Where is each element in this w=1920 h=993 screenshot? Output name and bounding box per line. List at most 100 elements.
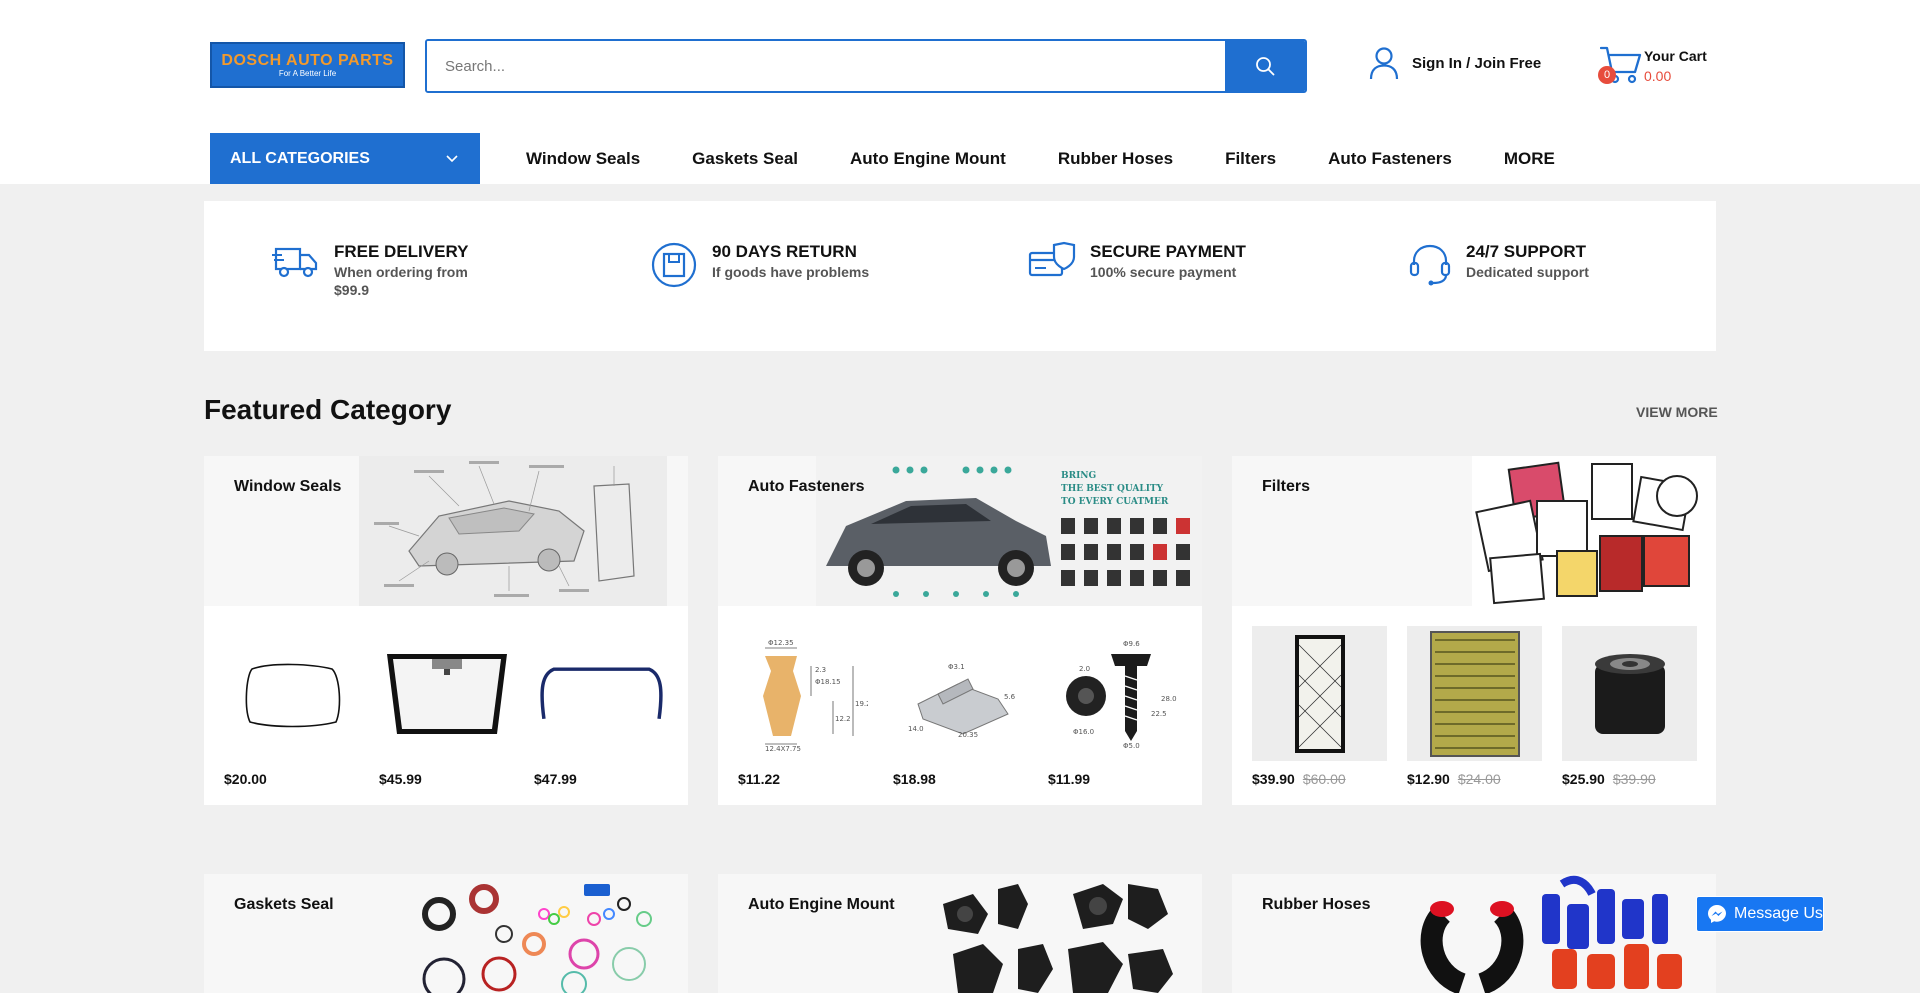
banner-text-3: TO EVERY CUATMER bbox=[1061, 497, 1169, 507]
all-categories-dropdown[interactable]: ALL CATEGORIES bbox=[210, 133, 480, 184]
feature-subtitle: If goods have problems bbox=[712, 264, 870, 280]
product-item[interactable]: $39.90 $60.00 bbox=[1252, 626, 1387, 787]
filters-banner-image[interactable] bbox=[1472, 456, 1716, 606]
feature-90-days-return: 90 DAYS RETURN If goods have problems bbox=[650, 241, 869, 289]
svg-text:Φ9.6: Φ9.6 bbox=[1123, 640, 1140, 648]
category-card-auto-fasteners[interactable]: Auto Fasteners BRING THE BEST QUALITY TO… bbox=[718, 456, 1202, 805]
category-card-rubber-hoses[interactable]: Rubber Hoses bbox=[1232, 874, 1716, 993]
svg-text:Φ16.0: Φ16.0 bbox=[1073, 728, 1094, 736]
current-price: $39.90 bbox=[1252, 771, 1295, 787]
secure-card-icon bbox=[1028, 241, 1076, 277]
current-price: $25.90 bbox=[1562, 771, 1605, 787]
product-price: $20.00 bbox=[224, 771, 267, 787]
product-list: Φ12.352.3Φ18.1519.212.212.4X7.75 $11.22 … bbox=[718, 606, 1202, 787]
nav-auto-fasteners[interactable]: Auto Fasteners bbox=[1328, 149, 1452, 169]
product-item[interactable]: $12.90 $24.00 bbox=[1407, 626, 1542, 787]
card-header: Gaskets Seal bbox=[204, 874, 688, 993]
feature-subtitle: Dedicated support bbox=[1466, 264, 1589, 280]
product-image[interactable] bbox=[224, 626, 359, 761]
svg-text:5.6: 5.6 bbox=[1004, 693, 1016, 701]
product-item[interactable]: $45.99 bbox=[379, 626, 514, 787]
car-seals-diagram-image[interactable] bbox=[359, 456, 667, 606]
svg-text:Φ5.0: Φ5.0 bbox=[1123, 742, 1140, 750]
product-list: $39.90 $60.00 $12.90 $24.00 $25.90 $39.90 bbox=[1232, 606, 1716, 787]
svg-text:Φ18.15: Φ18.15 bbox=[815, 678, 841, 686]
product-item[interactable]: $47.99 bbox=[534, 626, 669, 787]
nav-window-seals[interactable]: Window Seals bbox=[526, 149, 640, 169]
banner-text-1: BRING bbox=[1061, 471, 1096, 481]
category-card-filters[interactable]: Filters $39.90 $60.00 $12.90 $24.00 $25.… bbox=[1232, 456, 1716, 805]
feature-title: FREE DELIVERY bbox=[334, 242, 469, 261]
banner-text-2: THE BEST QUALITY bbox=[1061, 484, 1164, 494]
product-image[interactable] bbox=[1252, 626, 1387, 761]
nav-more[interactable]: MORE bbox=[1504, 149, 1555, 169]
product-item[interactable]: $20.00 bbox=[224, 626, 359, 787]
messenger-button[interactable]: Message Us bbox=[1696, 896, 1824, 932]
user-icon[interactable] bbox=[1368, 46, 1400, 80]
search-icon bbox=[1256, 57, 1275, 76]
nav-filters[interactable]: Filters bbox=[1225, 149, 1276, 169]
current-price: $12.90 bbox=[1407, 771, 1450, 787]
feature-title: SECURE PAYMENT bbox=[1090, 242, 1246, 261]
feature-secure-payment: SECURE PAYMENT 100% secure payment bbox=[1028, 241, 1246, 285]
messenger-label: Message Us bbox=[1734, 905, 1823, 922]
product-image[interactable]: Φ12.35 2.3 Φ18.15 19.2 12.2 12.4X7.75 bbox=[738, 626, 873, 761]
search-button[interactable] bbox=[1225, 41, 1305, 91]
product-price: $45.99 bbox=[379, 771, 422, 787]
view-more-link[interactable]: VIEW MORE bbox=[1636, 404, 1718, 420]
logo[interactable]: DOSCH AUTO PARTS For A Better Life bbox=[210, 42, 405, 88]
category-card-auto-engine-mount[interactable]: Auto Engine Mount bbox=[718, 874, 1202, 993]
product-price: $11.22 bbox=[738, 771, 781, 787]
product-image[interactable] bbox=[534, 626, 669, 761]
all-categories-label: ALL CATEGORIES bbox=[230, 149, 370, 167]
svg-text:12.4X7.75: 12.4X7.75 bbox=[765, 745, 801, 751]
category-card-window-seals[interactable]: Window Seals $20.00 $45.99 $47.99 bbox=[204, 456, 688, 805]
separator: / bbox=[1466, 54, 1471, 72]
cart-button[interactable]: 0 Your Cart 0.00 bbox=[1598, 44, 1728, 90]
join-free-link[interactable]: Join Free bbox=[1475, 55, 1542, 72]
nav-auto-engine-mount[interactable]: Auto Engine Mount bbox=[850, 149, 1006, 169]
svg-text:20.35: 20.35 bbox=[958, 731, 978, 739]
product-price: $47.99 bbox=[534, 771, 577, 787]
card-header: Auto Engine Mount bbox=[718, 874, 1202, 993]
card-title[interactable]: Auto Fasteners bbox=[748, 478, 864, 496]
svg-text:14.0: 14.0 bbox=[908, 725, 924, 733]
logo-text: DOSCH AUTO PARTS bbox=[221, 52, 394, 69]
gaskets-banner-image[interactable] bbox=[404, 874, 674, 993]
nav-gaskets-seal[interactable]: Gaskets Seal bbox=[692, 149, 798, 169]
card-title[interactable]: Auto Engine Mount bbox=[748, 896, 895, 914]
product-item[interactable]: Φ3.1 5.6 14.0 20.35 $18.98 bbox=[893, 626, 1028, 788]
product-image[interactable]: Φ9.6 2.0 28.0 22.5 Φ16.0 Φ5.0 bbox=[1048, 626, 1183, 761]
feature-subtitle: When ordering from bbox=[334, 264, 468, 280]
product-price: $25.90 $39.90 bbox=[1562, 771, 1697, 787]
car-fasteners-banner-image[interactable]: BRING THE BEST QUALITY TO EVERY CUATMER bbox=[816, 456, 1202, 606]
cart-count-badge: 0 bbox=[1598, 66, 1616, 84]
engine-mounts-banner-image[interactable] bbox=[923, 874, 1193, 993]
feature-subtitle: 100% secure payment bbox=[1090, 264, 1237, 280]
search-input[interactable] bbox=[427, 41, 1225, 91]
old-price: $24.00 bbox=[1457, 771, 1501, 787]
product-item[interactable]: Φ9.6 2.0 28.0 22.5 Φ16.0 Φ5.0 $11.99 bbox=[1048, 626, 1183, 787]
nav-rubber-hoses[interactable]: Rubber Hoses bbox=[1058, 149, 1173, 169]
product-image[interactable] bbox=[379, 626, 514, 761]
svg-text:2.3: 2.3 bbox=[815, 666, 826, 674]
card-title[interactable]: Gaskets Seal bbox=[234, 896, 334, 914]
product-price: $39.90 $60.00 bbox=[1252, 771, 1387, 787]
category-card-gaskets-seal[interactable]: Gaskets Seal bbox=[204, 874, 688, 993]
sign-in-link[interactable]: Sign In bbox=[1412, 55, 1462, 72]
product-list: $20.00 $45.99 $47.99 bbox=[204, 606, 688, 787]
feature-title: 90 DAYS RETURN bbox=[712, 242, 857, 261]
rubber-hoses-banner-image[interactable] bbox=[1412, 874, 1712, 993]
card-header: Window Seals bbox=[204, 456, 688, 606]
product-item[interactable]: Φ12.35 2.3 Φ18.15 19.2 12.2 12.4X7.75 $11.22 bbox=[738, 626, 873, 787]
product-image[interactable] bbox=[1562, 626, 1697, 761]
feature-subtitle-line2: $99.9 bbox=[334, 282, 370, 298]
header: DOSCH AUTO PARTS For A Better Life Sign … bbox=[0, 0, 1920, 184]
product-image[interactable] bbox=[1407, 626, 1542, 761]
card-title[interactable]: Window Seals bbox=[234, 478, 341, 496]
card-title[interactable]: Filters bbox=[1262, 478, 1310, 496]
card-title[interactable]: Rubber Hoses bbox=[1262, 896, 1370, 914]
product-item[interactable]: $25.90 $39.90 bbox=[1562, 626, 1697, 787]
search-bar bbox=[425, 39, 1307, 93]
product-image[interactable]: Φ3.1 5.6 14.0 20.35 bbox=[893, 626, 1028, 761]
